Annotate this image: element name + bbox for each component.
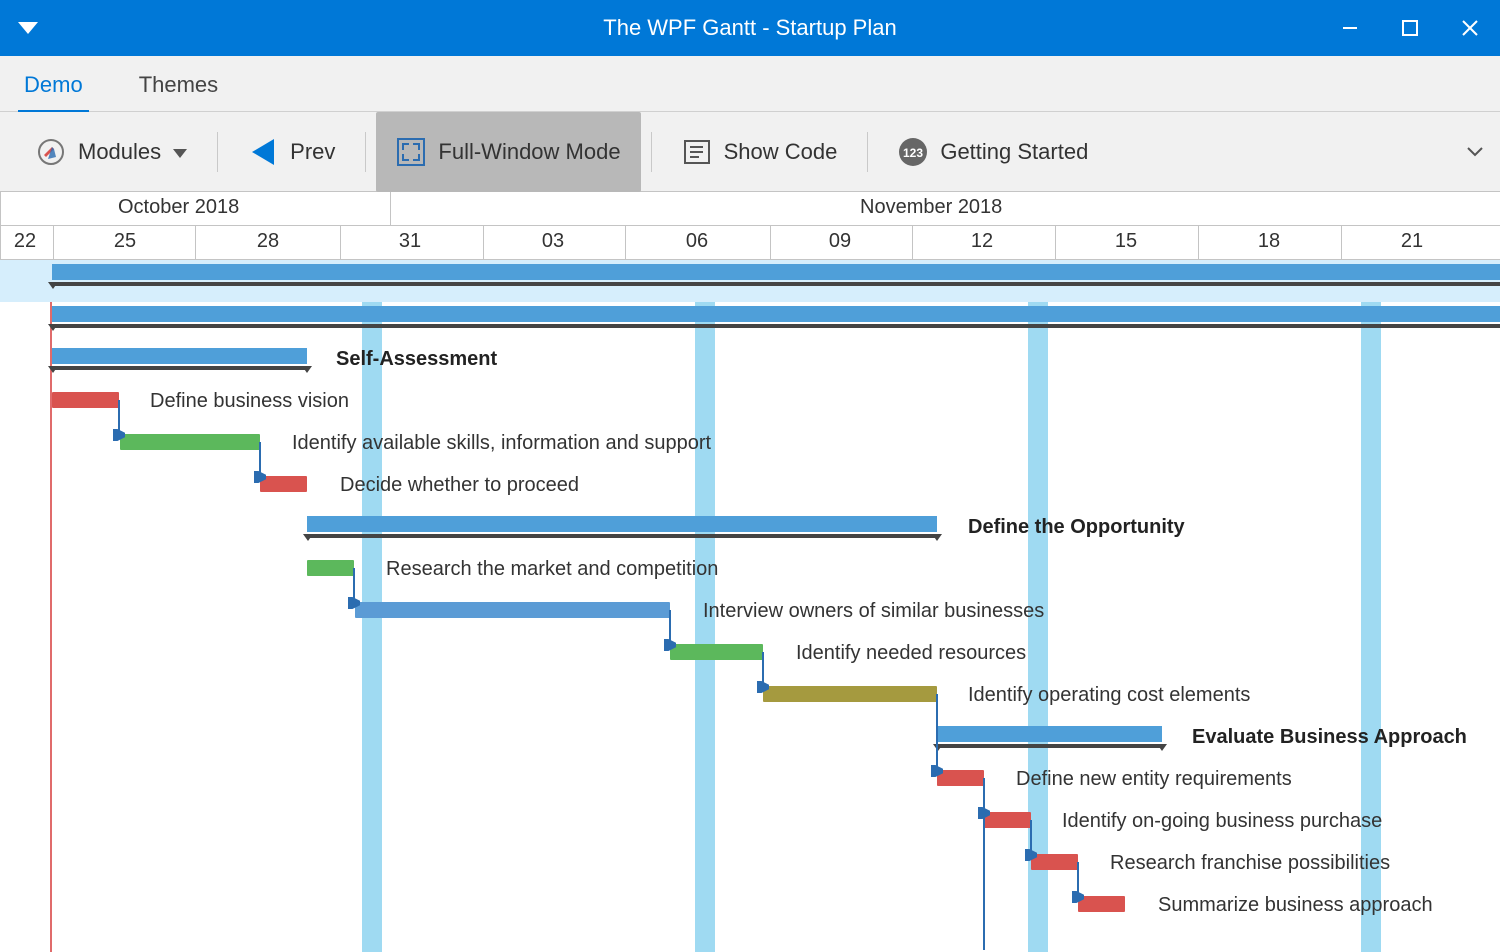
dependency-arrows [0,260,1500,952]
day-label: 25 [114,230,136,253]
getting-started-label: Getting Started [940,139,1088,165]
full-window-label: Full-Window Mode [438,139,620,165]
minimize-button[interactable] [1320,0,1380,56]
month-label: November 2018 [860,196,1002,219]
gantt-chart[interactable]: Self-Assessment Define business vision I… [0,260,1500,952]
day-label: 06 [686,230,708,253]
numbers-icon: 123 [898,137,928,167]
window-title: The WPF Gantt - Startup Plan [0,15,1500,41]
separator [365,132,366,172]
modules-label: Modules [78,139,161,165]
maximize-button[interactable] [1380,0,1440,56]
full-window-button[interactable]: Full-Window Mode [376,112,640,192]
prev-button[interactable]: Prev [228,124,355,180]
day-label: 12 [971,230,993,253]
timeline-header: October 2018 November 2018 22 25 28 31 0… [0,192,1500,260]
day-label: 03 [542,230,564,253]
compass-icon [36,137,66,167]
tab-demo[interactable]: Demo [20,60,87,108]
chevron-down-icon [173,139,187,165]
getting-started-button[interactable]: 123 Getting Started [878,124,1108,180]
expand-toolbar-button[interactable] [1466,144,1484,160]
day-label: 18 [1258,230,1280,253]
close-button[interactable] [1440,0,1500,56]
separator [867,132,868,172]
day-label: 15 [1115,230,1137,253]
title-bar: The WPF Gantt - Startup Plan [0,0,1500,56]
app-menu-button[interactable] [0,0,56,56]
show-code-label: Show Code [724,139,838,165]
day-label: 31 [399,230,421,253]
day-label: 21 [1401,230,1423,253]
separator [651,132,652,172]
prev-label: Prev [290,139,335,165]
tab-themes[interactable]: Themes [135,60,222,108]
svg-text:123: 123 [903,146,923,160]
day-label: 09 [829,230,851,253]
timeline-days: 22 25 28 31 03 06 09 12 15 18 21 [0,226,1500,260]
day-label: 22 [14,230,36,253]
timeline-months: October 2018 November 2018 [0,192,1500,226]
triangle-left-icon [248,137,278,167]
show-code-button[interactable]: Show Code [662,124,858,180]
separator [217,132,218,172]
toolbar: Modules Prev Full-Window Mode [0,112,1500,192]
day-label: 28 [257,230,279,253]
window-controls [1320,0,1500,56]
tab-strip: Demo Themes [0,56,1500,112]
fullscreen-icon [396,137,426,167]
month-label: October 2018 [118,196,239,219]
modules-button[interactable]: Modules [16,124,207,180]
code-icon [682,137,712,167]
